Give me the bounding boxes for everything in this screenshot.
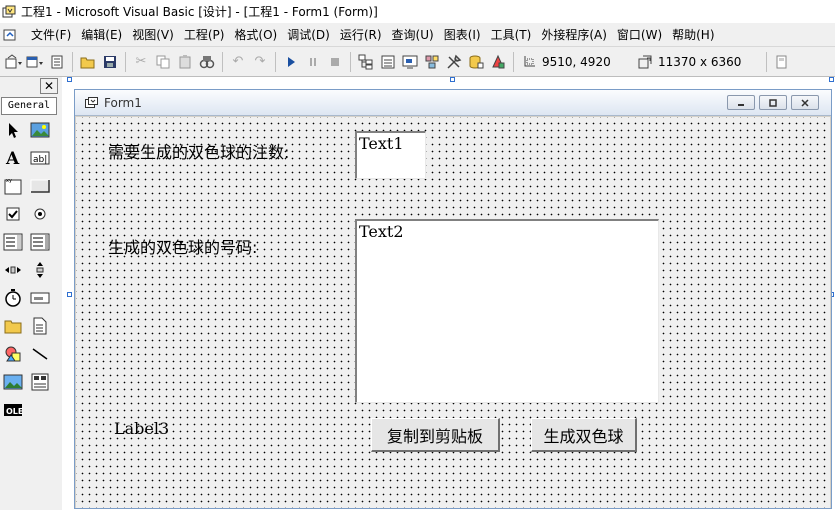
menu-file[interactable]: 文件(F): [26, 26, 76, 43]
standard-toolbar: ✂ ↶ ↷ 9510, 4920 11370 x 6360: [0, 47, 835, 77]
resize-handle[interactable]: [67, 292, 72, 297]
frame-tool-icon[interactable]: xy: [2, 175, 24, 197]
toolbar-separator: [222, 51, 223, 72]
commandbutton-tool-icon[interactable]: [29, 175, 51, 197]
label-tool-icon[interactable]: A: [2, 147, 24, 169]
position-readout: 9510, 4920: [542, 54, 611, 69]
label3: Label3: [114, 419, 170, 438]
menu-format[interactable]: 格式(O): [229, 26, 282, 43]
label-bet-count: 需要生成的双色球的注数:: [108, 143, 290, 162]
menu-view[interactable]: 视图(V): [127, 26, 179, 43]
menu-bar: 文件(F) 编辑(E) 视图(V) 工程(P) 格式(O) 调试(D) 运行(R…: [0, 23, 835, 47]
end-icon[interactable]: [325, 52, 345, 72]
data-view-icon[interactable]: [466, 52, 486, 72]
add-project-icon[interactable]: [3, 52, 23, 72]
ole-tool-icon[interactable]: OLE: [2, 399, 24, 421]
toolbar-separator: [513, 51, 514, 72]
menu-edit[interactable]: 编辑(E): [76, 26, 127, 43]
component-manager-icon[interactable]: [488, 52, 508, 72]
menu-addins[interactable]: 外接程序(A): [536, 26, 612, 43]
toolbar-overflow-icon[interactable]: [772, 52, 792, 72]
drivelistbox-tool-icon[interactable]: [29, 287, 51, 309]
toolbar-separator: [72, 51, 73, 72]
mdi-document-icon[interactable]: [2, 27, 18, 43]
project-explorer-icon[interactable]: [356, 52, 376, 72]
window-title: 工程1 - Microsoft Visual Basic [设计] - [工程1…: [21, 5, 378, 19]
form-layout-icon[interactable]: [400, 52, 420, 72]
toolbar-separator: [275, 51, 276, 72]
menu-help[interactable]: 帮助(H): [667, 26, 719, 43]
menu-query[interactable]: 查询(U): [387, 26, 439, 43]
vb-app-icon: [2, 5, 16, 19]
checkbox-tool-icon[interactable]: [2, 203, 24, 225]
break-icon[interactable]: [303, 52, 323, 72]
dirlistbox-tool-icon[interactable]: [2, 315, 24, 337]
form1-title: Form1: [104, 95, 142, 110]
menu-diagram[interactable]: 图表(I): [439, 26, 486, 43]
restore-button[interactable]: [759, 95, 787, 110]
picturebox-tool-icon[interactable]: [29, 119, 51, 141]
cut-icon[interactable]: ✂: [131, 52, 151, 72]
menu-project[interactable]: 工程(P): [179, 26, 230, 43]
close-button[interactable]: [791, 95, 819, 110]
toolbox-icon[interactable]: [444, 52, 464, 72]
size-icon: [635, 52, 655, 72]
menu-debug[interactable]: 调试(D): [282, 26, 335, 43]
menu-window[interactable]: 窗口(W): [612, 26, 667, 43]
toolbar-separator: [766, 51, 767, 72]
undo-icon[interactable]: ↶: [228, 52, 248, 72]
add-form-icon[interactable]: [25, 52, 45, 72]
menu-editor-icon[interactable]: [47, 52, 67, 72]
toolbox-tab-general[interactable]: General: [1, 97, 57, 115]
toolbar-separator: [125, 51, 126, 72]
svg-text:ab|: ab|: [33, 155, 47, 165]
toolbox-panel: ✕ General A ab| xy OLE: [0, 77, 62, 510]
menu-run[interactable]: 运行(R): [335, 26, 387, 43]
form-icon: [85, 96, 98, 109]
object-browser-icon[interactable]: [422, 52, 442, 72]
pointer-tool-icon[interactable]: [2, 119, 24, 141]
form1-client-area[interactable]: 需要生成的双色球的注数: Text1 生成的双色球的号码: Text2 Labe…: [76, 117, 830, 508]
properties-window-icon[interactable]: [378, 52, 398, 72]
toolbox-close-button[interactable]: ✕: [40, 78, 58, 94]
text1-textbox[interactable]: Text1: [355, 131, 426, 179]
find-icon[interactable]: [197, 52, 217, 72]
svg-text:A: A: [5, 149, 20, 167]
save-icon[interactable]: [100, 52, 120, 72]
svg-text:OLE: OLE: [6, 407, 23, 416]
open-folder-icon[interactable]: [78, 52, 98, 72]
form1-titlebar[interactable]: Form1: [75, 90, 831, 116]
shape-tool-icon[interactable]: [2, 343, 24, 365]
position-icon: [519, 52, 539, 72]
textbox-tool-icon[interactable]: ab|: [29, 147, 51, 169]
image-tool-icon[interactable]: [2, 371, 24, 393]
copy-to-clipboard-button[interactable]: 复制到剪贴板: [371, 418, 500, 452]
redo-icon[interactable]: ↷: [250, 52, 270, 72]
combobox-tool-icon[interactable]: [2, 231, 24, 253]
label-numbers: 生成的双色球的号码:: [108, 238, 258, 257]
filelistbox-tool-icon[interactable]: [29, 315, 51, 337]
resize-handle[interactable]: [67, 77, 72, 82]
hscrollbar-tool-icon[interactable]: [2, 259, 24, 281]
generate-button[interactable]: 生成双色球: [531, 418, 637, 452]
toolbar-separator: [350, 51, 351, 72]
svg-text:xy: xy: [6, 178, 12, 184]
line-tool-icon[interactable]: [29, 343, 51, 365]
text2-textbox[interactable]: Text2: [355, 219, 659, 403]
vscrollbar-tool-icon[interactable]: [29, 259, 51, 281]
data-tool-icon[interactable]: [29, 371, 51, 393]
listbox-tool-icon[interactable]: [29, 231, 51, 253]
size-readout: 11370 x 6360: [658, 54, 742, 69]
timer-tool-icon[interactable]: [2, 287, 24, 309]
copy-icon[interactable]: [153, 52, 173, 72]
minimize-button[interactable]: [727, 95, 755, 110]
optionbutton-tool-icon[interactable]: [29, 203, 51, 225]
resize-handle[interactable]: [829, 77, 834, 82]
menu-tools[interactable]: 工具(T): [486, 26, 537, 43]
resize-handle[interactable]: [450, 77, 455, 82]
paste-icon[interactable]: [175, 52, 195, 72]
start-run-icon[interactable]: [281, 52, 301, 72]
title-bar: 工程1 - Microsoft Visual Basic [设计] - [工程1…: [0, 0, 835, 23]
form1-window[interactable]: Form1 需要生成的双色球的注数: Text1 生成的双色球的号码: Text…: [74, 89, 832, 509]
